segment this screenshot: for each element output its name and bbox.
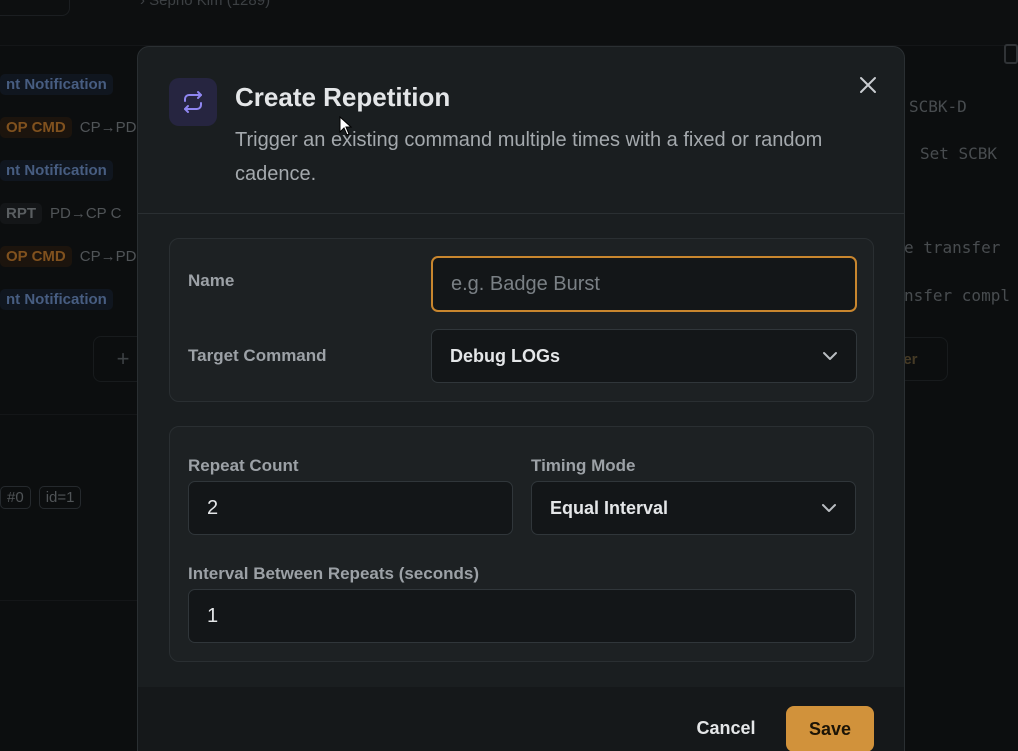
timing-mode-select[interactable]: Equal Interval <box>531 481 856 535</box>
interval-label: Interval Between Repeats (seconds) <box>188 564 479 583</box>
save-button[interactable]: Save <box>786 706 874 751</box>
repeat-count-label: Repeat Count <box>188 456 299 475</box>
target-command-label: Target Command <box>188 346 327 365</box>
create-repetition-dialog: Create Repetition Trigger an existing co… <box>137 46 905 751</box>
cancel-button[interactable]: Cancel <box>683 707 769 749</box>
dialog-title: Create Repetition <box>235 82 451 112</box>
close-icon[interactable] <box>854 71 882 99</box>
chevron-down-icon <box>822 504 836 512</box>
dialog-footer: Cancel Save <box>138 687 904 751</box>
dialog-description: Trigger an existing command multiple tim… <box>235 129 823 185</box>
dialog-header: Create Repetition Trigger an existing co… <box>138 47 904 214</box>
name-label: Name <box>188 271 235 290</box>
timing-section: Repeat Count 2 Timing Mode Equal Interva… <box>169 426 874 662</box>
repeat-icon <box>169 78 217 126</box>
target-command-select[interactable]: Debug LOGs <box>431 329 857 383</box>
interval-value: 1 <box>207 604 219 627</box>
timing-mode-label: Timing Mode <box>531 456 636 475</box>
repeat-count-input[interactable]: 2 <box>188 481 513 535</box>
name-field[interactable]: e.g. Badge Burst <box>431 256 857 312</box>
target-command-value: Debug LOGs <box>450 345 561 366</box>
command-section: Name e.g. Badge Burst Target Command Deb… <box>169 238 874 402</box>
repeat-count-value: 2 <box>207 496 219 519</box>
chevron-down-icon <box>823 352 837 360</box>
name-placeholder: e.g. Badge Burst <box>451 272 600 295</box>
timing-mode-value: Equal Interval <box>550 497 669 518</box>
interval-input[interactable]: 1 <box>188 589 856 643</box>
